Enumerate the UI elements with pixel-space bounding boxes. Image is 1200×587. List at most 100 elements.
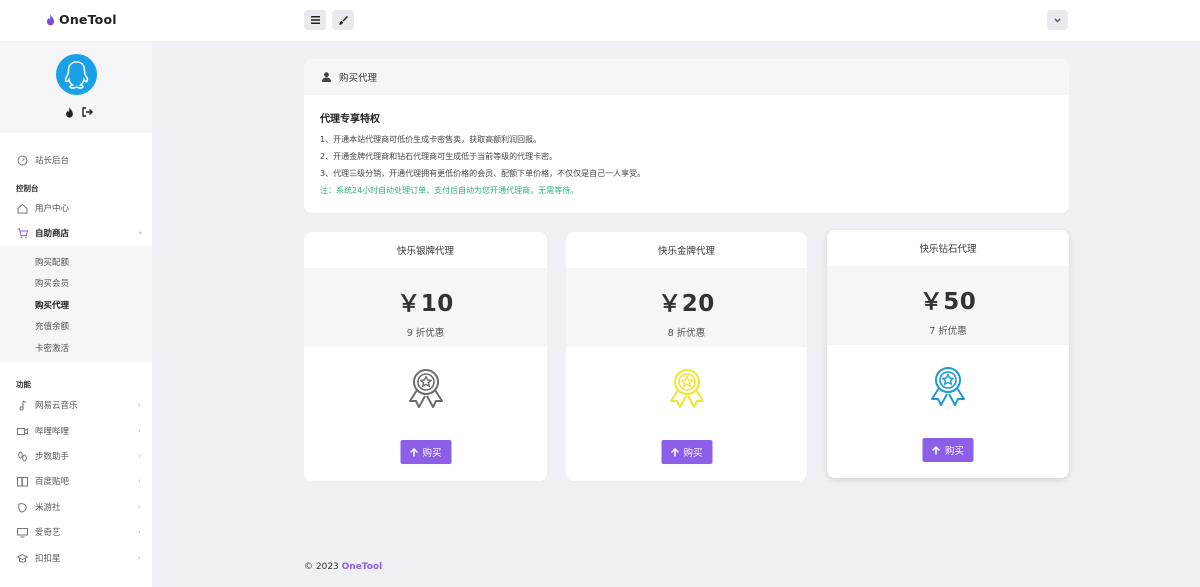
avatar[interactable]	[56, 54, 97, 95]
sidebar-item-label: 步数助手	[35, 452, 70, 462]
card-title: 购买代理	[339, 73, 378, 84]
plan-discount: 9 折优惠	[406, 328, 445, 339]
footer: © 2023 OneTool	[304, 562, 382, 572]
theme-button[interactable]	[332, 10, 354, 30]
flame-icon[interactable]	[65, 107, 74, 118]
sidebar-item-shop[interactable]: 自助商店 »	[0, 222, 152, 244]
copyright-text: © 2023	[304, 562, 339, 572]
buy-button-label: 购买	[944, 446, 964, 457]
user-dropdown-button[interactable]	[1047, 10, 1068, 30]
silver-medal-icon	[304, 367, 547, 409]
sidebar-item-kouqixing[interactable]: 扣扣星 ‹	[0, 547, 152, 569]
sidebar-item-label: 米游社	[35, 503, 61, 513]
auto-process-note: 注：系统24小时自动处理订单，支付后自动为您开通代理商，无需等待。	[320, 186, 579, 195]
arrow-up-icon	[670, 447, 680, 456]
sidebar-item-label: 百度贴吧	[35, 477, 70, 487]
monitor-icon	[17, 527, 28, 537]
sidebar-item-label: 用户中心	[35, 204, 70, 214]
game-icon	[18, 502, 27, 513]
app-name: OneTool	[59, 12, 117, 27]
footer-brand-link[interactable]: OneTool	[342, 562, 383, 572]
submenu-item-buy-quota[interactable]: 购买配额	[35, 256, 69, 268]
sidebar-item-step-helper[interactable]: 步数助手 ‹	[0, 445, 152, 467]
arrow-up-icon	[932, 445, 941, 454]
sidebar-item-baidu-tieba[interactable]: 百度贴吧 ‹	[0, 470, 152, 492]
sidebar-item-bilibili[interactable]: 哔哩哔哩 ‹	[0, 420, 152, 442]
diamond-medal-icon	[827, 365, 1069, 407]
gold-medal-icon	[566, 367, 807, 409]
plan-price: ￥20	[658, 291, 715, 317]
plan-price-area: ￥50 7 折优惠	[827, 266, 1069, 345]
shop-submenu: 购买配额 购买会员 购买代理 充值余额 卡密激活	[0, 246, 152, 362]
sidebar-item-netease-music[interactable]: 网易云音乐 ‹	[0, 394, 152, 416]
submenu-item-buy-membership[interactable]: 购买会员	[35, 277, 69, 289]
sidebar-item-label: 网易云音乐	[35, 401, 78, 411]
plan-price: ￥10	[397, 291, 454, 317]
footprints-icon	[18, 451, 27, 461]
card-header: 购买代理	[304, 59, 1069, 95]
hamburger-icon	[310, 16, 320, 24]
gauge-icon	[17, 155, 28, 165]
chevron-left-icon: ‹	[138, 427, 141, 435]
chevron-double-down-icon: »	[138, 229, 143, 237]
chevron-left-icon: ‹	[138, 528, 141, 536]
privilege-line: 2、开通金牌代理商和钻石代理商可生成低于当前等级的代理卡密。	[320, 152, 558, 161]
plan-discount: 8 折优惠	[667, 328, 706, 339]
logout-icon[interactable]	[82, 107, 93, 117]
plan-price-area: ￥20 8 折优惠	[566, 268, 807, 347]
plan-title: 快乐金牌代理	[657, 246, 715, 257]
sidebar: 站长后台 控制台 用户中心 自助商店 » 购买配额 购买会员 购买代理 充值余额…	[0, 41, 152, 587]
submenu-item-recharge[interactable]: 充值余额	[35, 320, 69, 332]
chevron-left-icon: ‹	[138, 554, 141, 562]
user-icon	[322, 72, 331, 82]
buy-button[interactable]: 购买	[400, 440, 451, 464]
plan-title: 快乐银牌代理	[396, 246, 454, 257]
plan-title: 快乐钻石代理	[919, 244, 977, 255]
privilege-line: 3、代理三级分销，开通代理拥有更低价格的会员、配额下单价格，不仅仅是自己一人享受…	[320, 169, 646, 178]
video-icon	[17, 427, 28, 435]
top-bar: OneTool	[0, 0, 1200, 41]
chevron-left-icon: ‹	[138, 503, 141, 511]
graduation-cap-icon	[17, 553, 28, 563]
brand-logo[interactable]: OneTool	[46, 12, 117, 27]
plan-card-gold: 快乐金牌代理 ￥20 8 折优惠 购买	[566, 232, 807, 481]
sidebar-item-user-center[interactable]: 用户中心	[0, 197, 152, 219]
sidebar-item-label: 自助商店	[35, 229, 70, 239]
submenu-item-buy-agent[interactable]: 购买代理	[35, 299, 69, 311]
agent-intro-card: 购买代理 代理专享特权 1、开通本站代理商可低价生成卡密售卖，获取高额利润回报。…	[304, 59, 1069, 213]
sidebar-item-label: 扣扣星	[35, 554, 61, 564]
chevron-down-icon	[1054, 17, 1061, 23]
flame-icon	[46, 13, 55, 25]
user-panel	[0, 41, 152, 133]
plan-price-area: ￥10 9 折优惠	[304, 268, 547, 347]
section-heading-console: 控制台	[16, 184, 39, 193]
user-actions	[65, 107, 93, 118]
chevron-left-icon: ‹	[138, 477, 141, 485]
privileges-heading: 代理专享特权	[320, 114, 380, 125]
chevron-left-icon: ‹	[138, 452, 141, 460]
sidebar-item-miyoushe[interactable]: 米游社 ‹	[0, 496, 152, 518]
arrow-up-icon	[409, 447, 419, 456]
home-icon	[17, 203, 28, 213]
sidebar-item-iqiyi[interactable]: 爱奇艺 ‹	[0, 521, 152, 543]
menu-toggle-button[interactable]	[304, 10, 326, 30]
buy-button[interactable]: 购买	[661, 440, 712, 464]
buy-button-label: 购买	[683, 448, 703, 459]
plan-card-silver: 快乐银牌代理 ￥10 9 折优惠 购买	[304, 232, 547, 481]
chevron-left-icon: ‹	[138, 401, 141, 409]
plan-card-diamond: 快乐钻石代理 ￥50 7 折优惠 购买	[827, 230, 1069, 478]
brush-icon	[338, 16, 348, 25]
music-note-icon	[19, 400, 27, 411]
sidebar-item-label: 哔哩哔哩	[35, 427, 70, 437]
plan-discount: 7 折优惠	[929, 326, 967, 337]
intro-body: 代理专享特权 1、开通本站代理商可低价生成卡密售卖，获取高额利润回报。 2、开通…	[304, 95, 1069, 213]
book-icon	[17, 476, 28, 486]
qq-penguin-icon	[64, 61, 89, 89]
privilege-line: 1、开通本站代理商可低价生成卡密售卖，获取高额利润回报。	[320, 135, 542, 144]
sidebar-item-label: 爱奇艺	[35, 528, 61, 538]
submenu-item-card-activate[interactable]: 卡密激活	[35, 342, 69, 354]
buy-button-label: 购买	[422, 448, 442, 459]
sidebar-item-dashboard[interactable]: 站长后台	[0, 149, 152, 171]
plan-price: ￥50	[919, 289, 977, 315]
buy-button[interactable]: 购买	[922, 438, 974, 462]
